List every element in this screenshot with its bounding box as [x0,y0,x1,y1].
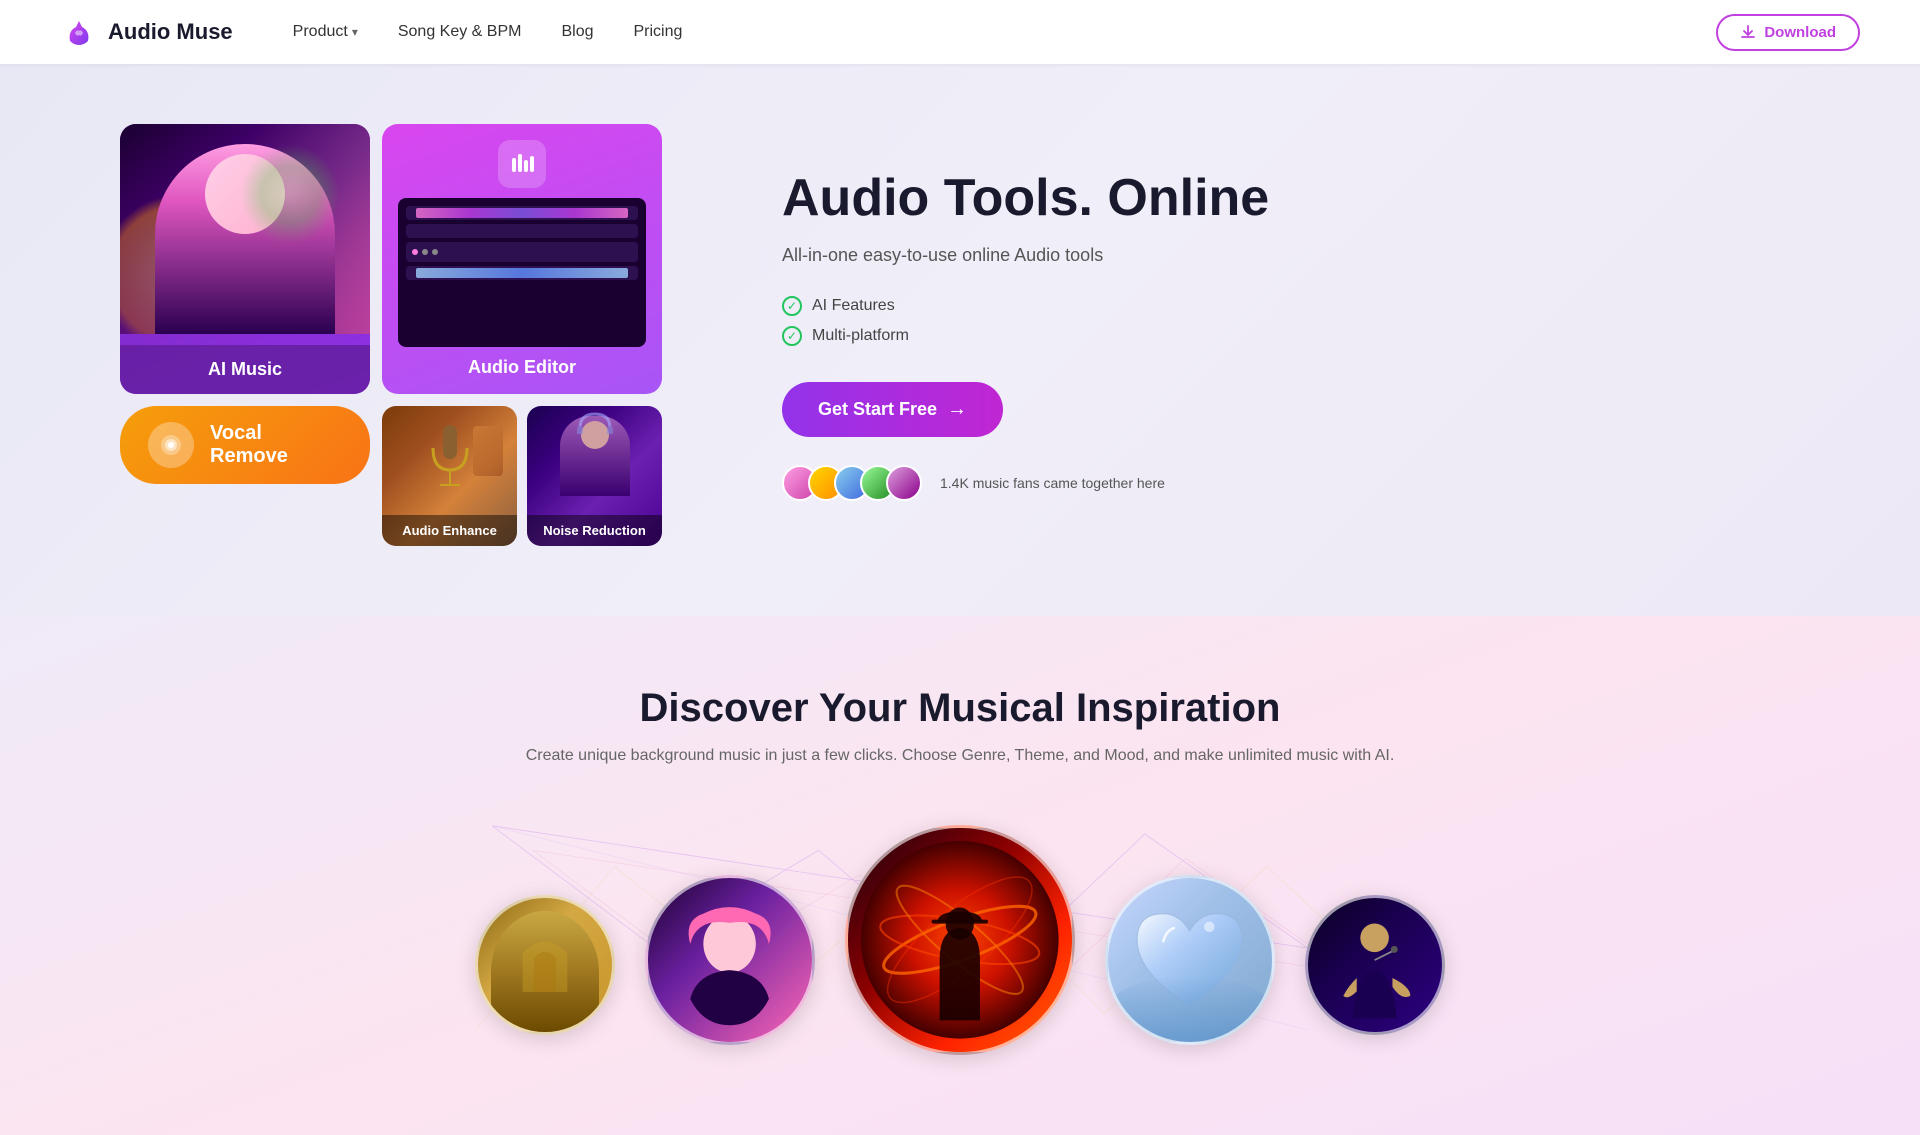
performer-inner [1308,898,1442,1032]
cta-button[interactable]: Get Start Free → [782,382,1003,437]
nav-item-pricing[interactable]: Pricing [634,23,683,41]
card-bottom-row: Audio Enhance Noise Reduction [382,406,662,546]
nav-links: Product ▾ Song Key & BPM Blog Pricing [293,23,1717,41]
avatar-5 [886,465,922,501]
card-vocal-remove[interactable]: Vocal Remove [120,406,370,484]
noise-reduction-label: Noise Reduction [527,515,662,546]
audio-editor-label: Audio Editor [468,357,576,378]
feature-ai-text: AI Features [812,297,895,315]
ai-music-label: AI Music [120,345,370,394]
hero-content: Audio Tools. Online All-in-one easy-to-u… [742,169,1800,501]
waveform-display-2 [416,268,628,278]
guitar-decoration [473,426,503,476]
cta-label: Get Start Free [818,399,937,420]
control-dot [422,249,428,255]
microphone-icon [425,420,475,500]
discover-circles-container [120,825,1800,1055]
circle-pink-person[interactable] [645,875,815,1045]
equalizer-icon [508,150,536,178]
avatar-stack [782,465,912,501]
church-inner [478,898,612,1032]
audio-editor-screen [398,198,646,347]
hero-section: AI Music Vocal Remove [0,64,1920,616]
energy-visualization [859,839,1061,1041]
feature-item-multiplatform: ✓ Multi-platform [782,326,1800,346]
performer-figure [1321,911,1428,1018]
editor-controls [406,242,638,262]
hero-features-list: ✓ AI Features ✓ Multi-platform [782,296,1800,346]
ai-music-person-overlay [120,134,370,334]
pink-person-inner [648,878,812,1042]
red-music-inner [848,828,1072,1052]
vocal-remove-label: Vocal Remove [210,422,342,468]
logo-text: Audio Muse [108,19,233,45]
waveform-row-3 [406,266,638,280]
control-dot [432,249,438,255]
card-audio-editor[interactable]: Audio Editor [382,124,662,394]
audio-editor-icon-wrap [498,140,546,188]
logo-link[interactable]: Audio Muse [60,13,233,51]
chevron-down-icon: ▾ [352,25,358,39]
circles-row [120,825,1800,1055]
ai-music-image [120,124,370,334]
arch-detail [505,925,585,992]
control-dot-active [412,249,418,255]
social-proof: 1.4K music fans came together here [782,465,1800,501]
card-ai-music[interactable]: AI Music [120,124,370,394]
nav-item-blog[interactable]: Blog [561,23,593,41]
card-noise-reduction[interactable]: Noise Reduction [527,406,662,546]
waveform-display [416,208,628,218]
discover-section: Discover Your Musical Inspiration Create… [0,616,1920,1135]
check-icon-multiplatform: ✓ [782,326,802,346]
glass-heart-inner [1108,878,1272,1042]
card-audio-enhance[interactable]: Audio Enhance [382,406,517,546]
feature-item-ai: ✓ AI Features [782,296,1800,316]
cta-arrow-icon: → [947,398,967,421]
nav-item-song-key[interactable]: Song Key & BPM [398,23,522,41]
waveform-row-1 [406,206,638,220]
social-proof-text: 1.4K music fans came together here [940,475,1165,491]
nav-item-product[interactable]: Product ▾ [293,23,358,41]
pink-person-figure [664,894,795,1025]
discover-title: Discover Your Musical Inspiration [120,686,1800,731]
circle-red-music[interactable] [845,825,1075,1055]
download-icon [1740,24,1756,40]
circle-church[interactable] [475,895,615,1035]
vocal-remove-icon [148,422,194,468]
download-button[interactable]: Download [1716,14,1860,51]
feature-multiplatform-text: Multi-platform [812,327,909,345]
circle-glass-heart[interactable] [1105,875,1275,1045]
waveform-row-2 [406,224,638,238]
person-silhouette [155,144,335,334]
circle-performer[interactable] [1305,895,1445,1035]
check-icon-ai: ✓ [782,296,802,316]
logo-icon [60,13,98,51]
card-grid: AI Music Vocal Remove [120,124,662,546]
hero-title: Audio Tools. Online [782,169,1800,229]
audio-editor-inner: Audio Editor [382,124,662,394]
headphones-decoration [535,410,654,440]
water-reflection [1108,976,1272,1042]
hero-subtitle: All-in-one easy-to-use online Audio tool… [782,245,1800,266]
navbar: Audio Muse Product ▾ Song Key & BPM Blog… [0,0,1920,64]
discover-subtitle: Create unique background music in just a… [120,747,1800,765]
audio-enhance-label: Audio Enhance [382,515,517,546]
